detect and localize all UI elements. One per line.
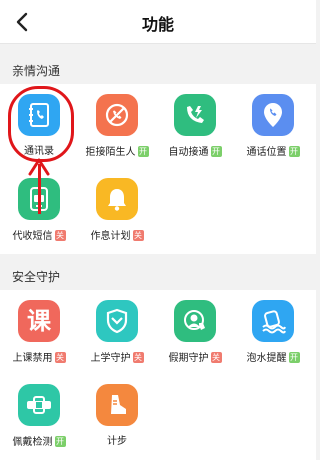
feature-label: 自动接通	[168, 147, 209, 158]
status-badge: 关	[54, 352, 66, 363]
feature-label: 上课禁用	[12, 353, 53, 364]
contacts-book-icon	[18, 94, 60, 136]
status-badge: 开	[137, 146, 149, 157]
status-badge: 关	[54, 230, 66, 241]
feature-wear-detect[interactable]: 佩戴检测开	[0, 384, 78, 460]
status-badge: 关	[210, 352, 222, 363]
wear-detect-icon	[18, 384, 60, 426]
feature-holiday-guard[interactable]: 假期守护关	[156, 300, 234, 376]
section-divider	[0, 254, 316, 262]
call-block-icon	[96, 94, 138, 136]
feature-label: 上学守护	[90, 353, 131, 364]
feature-step-counter[interactable]: 计步	[78, 384, 156, 460]
feature-label: 作息计划	[90, 231, 131, 242]
auto-answer-icon	[174, 94, 216, 136]
feature-class-disable[interactable]: 课 上课禁用关	[0, 300, 78, 376]
page-title: 功能	[141, 15, 174, 34]
bell-icon	[96, 178, 138, 220]
feature-label: 代收短信	[12, 231, 53, 242]
status-badge: 开	[288, 146, 300, 157]
class-mode-icon: 课	[18, 300, 60, 342]
status-badge: 开	[54, 436, 66, 447]
call-location-icon	[252, 94, 294, 136]
water-alert-icon	[252, 300, 294, 342]
feature-schedule[interactable]: 作息计划关	[78, 178, 156, 254]
feature-school-guard[interactable]: 上学守护关	[78, 300, 156, 376]
feature-call-location[interactable]: 通话位置开	[234, 94, 312, 170]
feature-water-alert[interactable]: 泡水提醒开	[234, 300, 312, 376]
feature-auto-answer[interactable]: 自动接通开	[156, 94, 234, 170]
status-badge: 开	[288, 352, 300, 363]
class-glyph: 课	[27, 306, 51, 335]
feature-label: 泡水提醒	[246, 353, 287, 364]
feature-label: 佩戴检测	[12, 437, 53, 448]
feature-label: 计步	[107, 436, 127, 447]
shield-icon	[96, 300, 138, 342]
feature-block-strangers[interactable]: 拒接陌生人开	[78, 94, 156, 170]
holiday-guard-icon	[174, 300, 216, 342]
section-title-family: 亲情沟通	[12, 64, 61, 78]
status-badge: 关	[132, 352, 144, 363]
section-panel-safety: 课 上课禁用关 上学守护关 假期守护关 泡水提醒 开 佩戴检测 开 计步	[0, 290, 316, 460]
feature-label: 通讯录	[24, 146, 54, 157]
feature-label: 假期守护	[168, 353, 209, 364]
status-badge: 关	[132, 230, 144, 241]
feature-label: 通话位置	[246, 147, 287, 158]
feature-label: 拒接陌生人	[85, 147, 136, 158]
header-bar: 功能	[0, 0, 316, 44]
step-counter-icon	[96, 384, 138, 426]
highlight-arrow-head	[28, 158, 50, 176]
section-title-safety: 安全守护	[12, 270, 61, 284]
status-badge: 开	[210, 146, 222, 157]
